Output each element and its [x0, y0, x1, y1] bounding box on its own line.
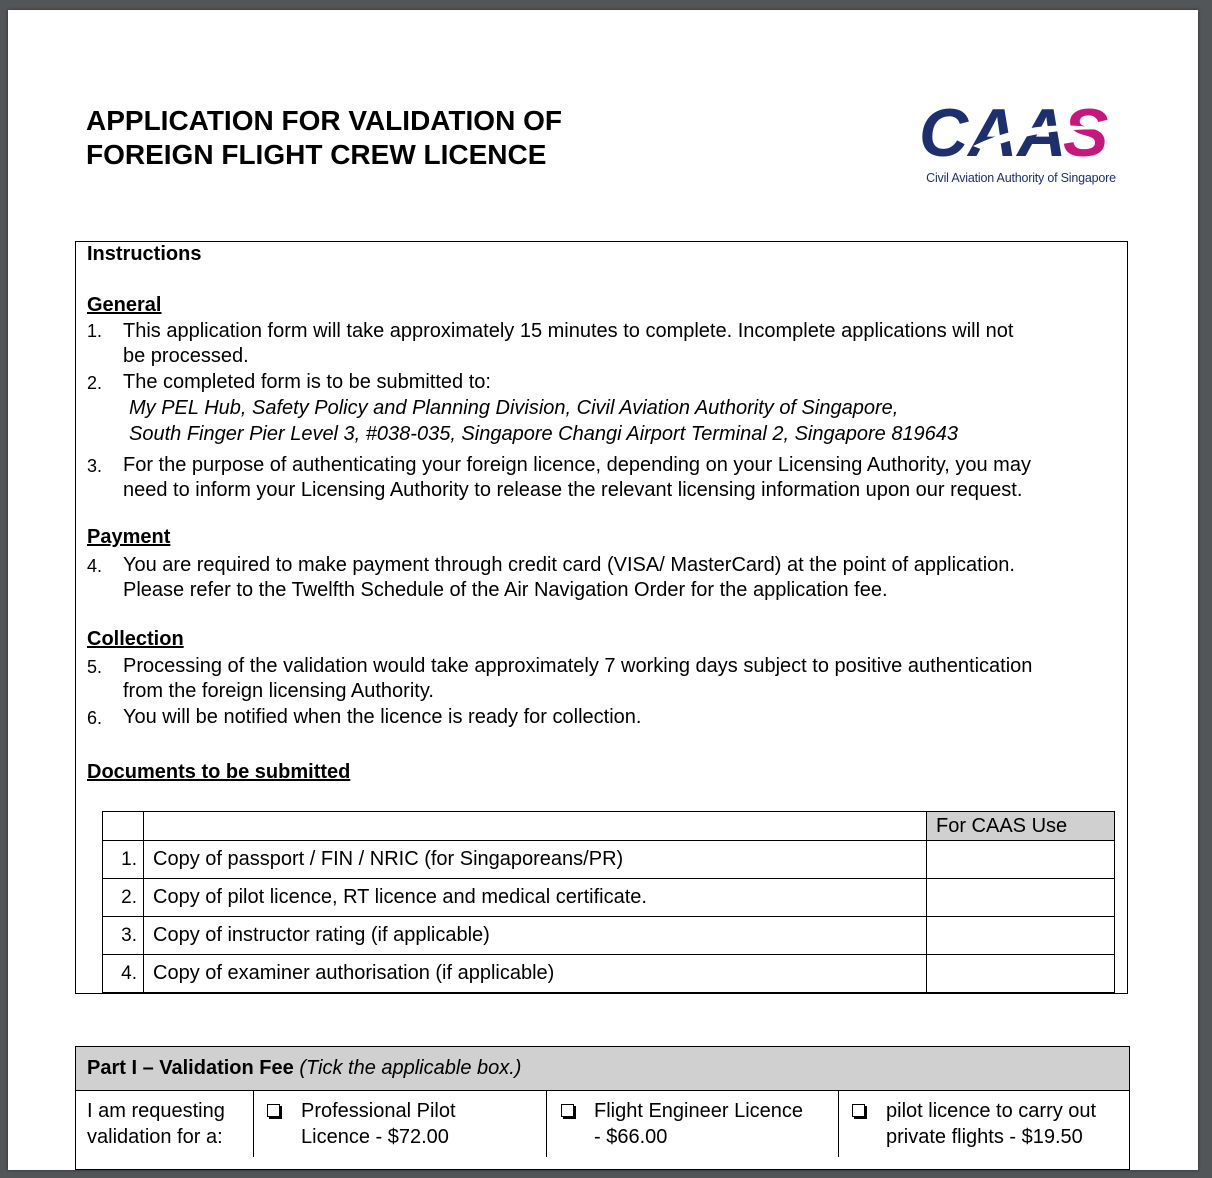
option-2-line-1: Flight Engineer Licence: [594, 1100, 804, 1122]
item-3-number: 3.: [87, 456, 103, 476]
item-5-number: 5.: [87, 657, 103, 677]
form-title: APPLICATION FOR VALIDATION OF FOREIGN FL…: [86, 104, 562, 172]
row-document: Copy of instructor rating (if applicable…: [143, 916, 927, 955]
instructions-heading: Instructions: [87, 243, 202, 265]
general-heading: General: [87, 294, 162, 316]
part-1-divider: [253, 1091, 254, 1157]
submission-address-line-1: My PEL Hub, Safety Policy and Planning D…: [129, 397, 899, 419]
option-1-line-1: Professional Pilot: [301, 1100, 456, 1122]
item-4-text: You are required to make payment through…: [123, 553, 1015, 603]
item-6-number: 6.: [87, 708, 103, 728]
documents-table-header: For CAAS Use: [102, 811, 1115, 841]
caas-use-header: For CAAS Use: [926, 811, 1115, 841]
item-5-line-2: from the foreign licensing Authority.: [123, 680, 434, 702]
flight-engineer-checkbox[interactable]: [561, 1104, 574, 1117]
item-4-line-1: You are required to make payment through…: [123, 554, 1015, 576]
caas-logo-tagline: Civil Aviation Authority of Singapore: [926, 171, 1116, 185]
part-1-validation-fee: Part I – Validation Fee (Tick the applic…: [75, 1046, 1130, 1170]
document-page: APPLICATION FOR VALIDATION OF FOREIGN FL…: [8, 10, 1198, 1170]
caas-use-cell[interactable]: [926, 840, 1115, 879]
item-6-text: You will be notified when the licence is…: [123, 706, 642, 728]
caas-use-cell[interactable]: [926, 916, 1115, 955]
caas-use-cell[interactable]: [926, 878, 1115, 917]
row-document: Copy of examiner authorisation (if appli…: [143, 954, 927, 993]
row-number: 4.: [102, 954, 144, 993]
caas-logo-mark: CAA S: [919, 96, 1113, 168]
item-3-text: For the purpose of authenticating your f…: [123, 453, 1031, 503]
part-1-title: Part I – Validation Fee (Tick the applic…: [87, 1057, 521, 1080]
header-cell-number: [102, 811, 144, 841]
submission-address: My PEL Hub, Safety Policy and Planning D…: [129, 395, 958, 447]
part-1-header: Part I – Validation Fee (Tick the applic…: [76, 1047, 1129, 1091]
row-number: 3.: [102, 916, 144, 955]
request-label: I am requesting validation for a:: [87, 1098, 225, 1178]
row-number: 1.: [102, 840, 144, 879]
documents-heading: Documents to be submitted: [87, 761, 351, 783]
table-row: 2. Copy of pilot licence, RT licence and…: [102, 878, 1115, 917]
item-1-number: 1.: [87, 321, 103, 341]
item-5-text: Processing of the validation would take …: [123, 654, 1032, 704]
collection-heading: Collection: [87, 628, 184, 650]
caas-logo-letter-s: S: [1063, 96, 1108, 168]
item-3-line-2: need to inform your Licensing Authority …: [123, 479, 1023, 501]
option-3-line-2: private flights - $19.50: [886, 1126, 1083, 1148]
private-pilot-checkbox[interactable]: [852, 1104, 865, 1117]
part-1-title-italic: (Tick the applicable box.): [299, 1057, 522, 1079]
request-label-line-2: validation for a:: [87, 1126, 223, 1148]
professional-pilot-checkbox[interactable]: [267, 1104, 280, 1117]
caas-use-cell[interactable]: [926, 954, 1115, 993]
item-1-text: This application form will take approxim…: [123, 319, 1013, 369]
row-document: Copy of passport / FIN / NRIC (for Singa…: [143, 840, 927, 879]
table-row: 4. Copy of examiner authorisation (if ap…: [102, 954, 1115, 993]
part-1-divider: [546, 1091, 547, 1157]
request-label-line-1: I am requesting: [87, 1100, 225, 1122]
header-cell-document: [143, 811, 927, 841]
option-professional-pilot: Professional Pilot Licence - $72.00: [301, 1098, 456, 1178]
part-1-title-bold: Part I – Validation Fee: [87, 1057, 294, 1079]
payment-heading: Payment: [87, 526, 171, 548]
item-2-text: The completed form is to be submitted to…: [123, 371, 491, 393]
part-1-divider: [838, 1091, 839, 1157]
form-title-line-2: FOREIGN FLIGHT CREW LICENCE: [86, 139, 547, 170]
table-row: 1. Copy of passport / FIN / NRIC (for Si…: [102, 840, 1115, 879]
item-2-number: 2.: [87, 373, 103, 393]
form-title-line-1: APPLICATION FOR VALIDATION OF: [86, 105, 562, 136]
instructions-section: Instructions General 1. This application…: [75, 241, 1128, 994]
item-1-line-2: be processed.: [123, 345, 249, 367]
row-number: 2.: [102, 878, 144, 917]
item-5-line-1: Processing of the validation would take …: [123, 655, 1033, 677]
table-row: 3. Copy of instructor rating (if applica…: [102, 916, 1115, 955]
row-document: Copy of pilot licence, RT licence and me…: [143, 878, 927, 917]
item-3-line-1: For the purpose of authenticating your f…: [123, 454, 1031, 476]
item-4-number: 4.: [87, 556, 103, 576]
option-private-pilot: pilot licence to carry out private fligh…: [886, 1098, 1096, 1178]
documents-table: For CAAS Use 1. Copy of passport / FIN /…: [102, 811, 1115, 993]
item-4-line-2: Please refer to the Twelfth Schedule of …: [123, 579, 888, 601]
option-1-line-2: Licence - $72.00: [301, 1126, 449, 1148]
option-flight-engineer: Flight Engineer Licence - $66.00: [594, 1098, 803, 1178]
option-3-line-1: pilot licence to carry out: [886, 1100, 1097, 1122]
caas-logo: CAA S Civil Aviation Authority of Singap…: [913, 96, 1125, 185]
option-2-line-2: - $66.00: [594, 1126, 668, 1148]
submission-address-line-2: South Finger Pier Level 3, #038-035, Sin…: [129, 423, 959, 445]
item-1-line-1: This application form will take approxim…: [123, 320, 1014, 342]
